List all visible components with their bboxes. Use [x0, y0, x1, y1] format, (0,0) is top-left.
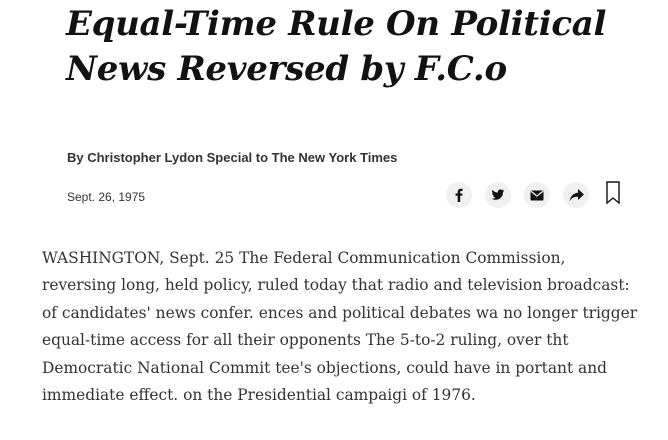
share-toolbar [446, 180, 623, 210]
twitter-share-button[interactable] [485, 182, 511, 208]
more-share-button[interactable] [563, 182, 589, 208]
bookmark-icon [606, 180, 620, 210]
article-byline: By Christopher Lydon Special to The New … [67, 150, 398, 165]
facebook-icon [452, 188, 466, 202]
bookmark-button[interactable] [603, 180, 623, 210]
email-share-button[interactable] [524, 182, 550, 208]
article-body-text: WASHINGTON, Sept. 25 The Federal Communi… [42, 249, 638, 405]
twitter-icon [491, 188, 505, 202]
share-arrow-icon [569, 188, 584, 202]
article-date: Sept. 26, 1975 [67, 190, 146, 204]
facebook-share-button[interactable] [446, 182, 472, 208]
article-headline: Equal-Time Rule On Political News Revers… [66, 4, 607, 89]
email-icon [530, 190, 544, 201]
